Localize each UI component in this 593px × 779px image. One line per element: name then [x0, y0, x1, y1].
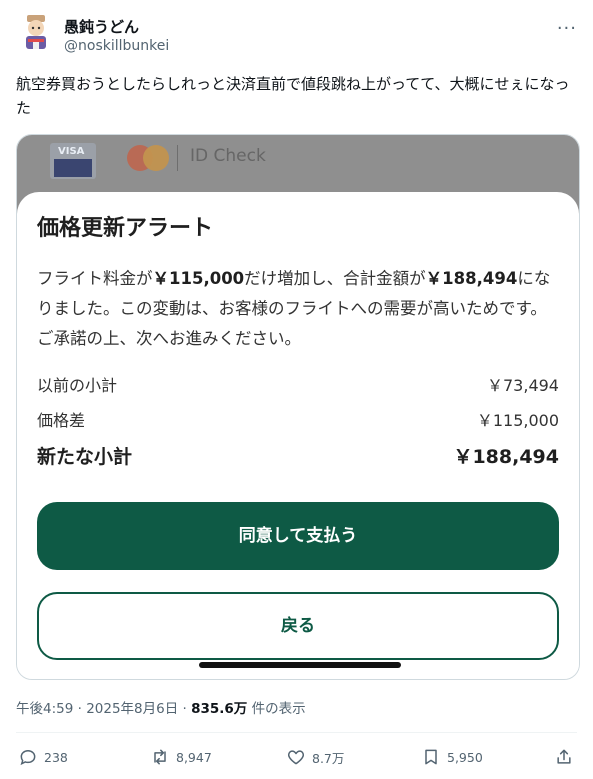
- card-brand-text: VISA: [58, 146, 85, 157]
- user-handle[interactable]: @noskillbunkei: [64, 38, 169, 54]
- share-button[interactable]: [554, 744, 574, 770]
- divider: [16, 732, 577, 733]
- new-subtotal-row: 新たな小計 ￥188,494: [37, 446, 559, 468]
- timestamp[interactable]: 午後4:59 · 2025年8月6日 ·: [16, 701, 191, 717]
- visa-card-icon: VISA: [50, 143, 96, 179]
- reply-icon: [20, 749, 36, 766]
- heart-icon: [287, 750, 305, 765]
- share-icon: [557, 749, 571, 764]
- tweet-header: 愚鈍うどん @noskillbunkei ···: [16, 12, 577, 60]
- increase-amount: ￥115,000: [152, 269, 245, 288]
- more-options-icon[interactable]: ···: [557, 18, 577, 39]
- tweet-meta: 午後4:59 · 2025年8月6日 · 835.6万 件の表示: [16, 701, 306, 717]
- id-check-label: ID Check: [190, 146, 266, 166]
- bookmark-button[interactable]: 5,950: [421, 744, 483, 770]
- back-button[interactable]: 戻る: [37, 592, 559, 660]
- home-indicator: [199, 662, 401, 668]
- price-difference-row: 価格差 ￥115,000: [37, 411, 559, 430]
- previous-subtotal-row: 以前の小計 ￥73,494: [37, 376, 559, 395]
- agree-and-pay-button[interactable]: 同意して支払う: [37, 502, 559, 570]
- price-alert-sheet: 価格更新アラート フライト料金が￥115,000だけ増加し、合計金額が￥188,…: [17, 192, 579, 679]
- repost-count: 8,947: [176, 749, 212, 765]
- like-count: 8.7万: [312, 750, 345, 766]
- like-button[interactable]: 8.7万: [286, 744, 344, 770]
- bookmark-count: 5,950: [447, 749, 483, 765]
- action-bar: 238 8,947 8.7万 5,950: [16, 744, 577, 770]
- repost-icon: [154, 749, 166, 765]
- reply-count: 238: [44, 749, 68, 765]
- tweet-text: 航空券買おうとしたらしれっと決済直前で値段跳ね上がってて、大概にせぇになった: [16, 75, 570, 117]
- reply-button[interactable]: 238: [18, 744, 68, 770]
- display-name[interactable]: 愚鈍うどん: [64, 16, 139, 37]
- alert-title: 価格更新アラート: [37, 216, 214, 241]
- total-amount: ￥188,494: [425, 269, 518, 288]
- view-count: 835.6万: [191, 701, 248, 717]
- alert-message: フライト料金が￥115,000だけ増加し、合計金額が￥188,494になりました…: [37, 269, 551, 348]
- avatar[interactable]: [16, 12, 56, 52]
- attached-image[interactable]: VISA ID Check 価格更新アラート フライト料金が￥115,000だけ…: [16, 134, 580, 680]
- bookmark-icon: [425, 749, 437, 765]
- repost-button[interactable]: 8,947: [150, 744, 212, 770]
